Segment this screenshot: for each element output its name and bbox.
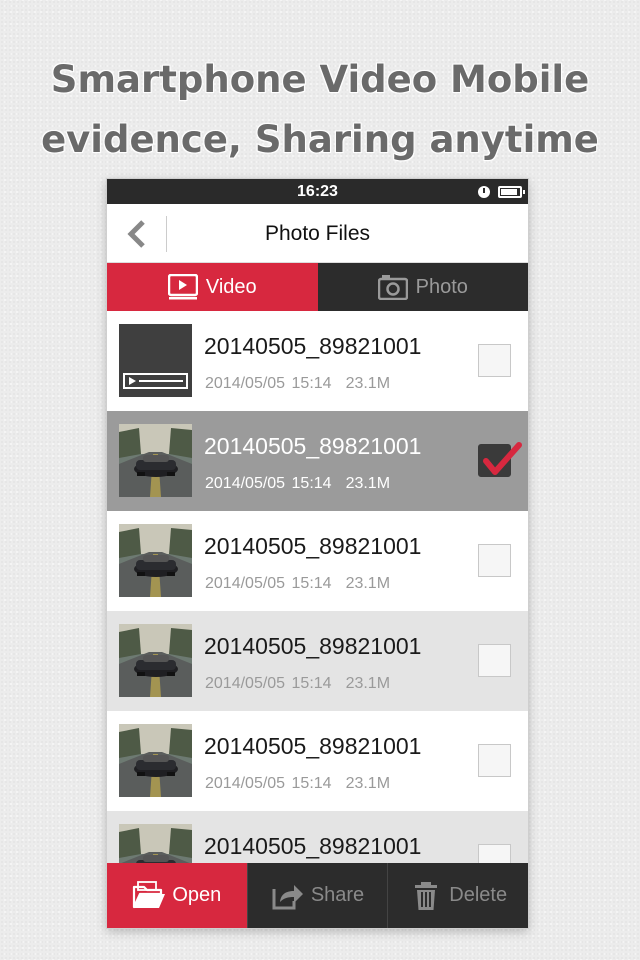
tab-video-label: Video <box>205 275 257 298</box>
status-icons <box>478 179 525 204</box>
file-date: 2014/05/05 15:14 <box>205 575 332 592</box>
promo-line-1: Smartphone Video Mobile <box>50 58 590 101</box>
car-thumbnail <box>119 624 192 697</box>
row-checkbox[interactable] <box>478 844 511 863</box>
promo-headline: Smartphone Video Mobile evidence, Sharin… <box>0 50 640 170</box>
video-icon <box>167 274 198 300</box>
file-name: 20140505_89821001 <box>204 733 422 759</box>
file-meta: 2014/05/05 15:14 23.1M <box>205 575 390 593</box>
status-bar: 16:23 <box>107 179 528 204</box>
file-name: 20140505_89821001 <box>204 333 422 359</box>
file-row[interactable]: 20140505_89821001 2014/05/05 15:14 23.1M <box>107 311 528 411</box>
phone-screen: 16:23 Photo Files Video Photo 20140505_8… <box>107 179 528 928</box>
car-thumbnail <box>119 724 192 797</box>
car-photo-image <box>119 824 192 863</box>
row-checkbox[interactable] <box>478 544 511 577</box>
trash-icon <box>415 881 438 910</box>
tab-photo[interactable]: Photo <box>317 263 528 311</box>
car-photo-image <box>119 624 192 697</box>
row-checkbox-checked[interactable] <box>478 442 522 477</box>
file-row[interactable]: 20140505_89821001 2014/05/05 15:14 23.1M <box>107 511 528 611</box>
folder-open-icon <box>133 880 166 908</box>
share-label: Share <box>310 884 365 906</box>
file-size: 23.1M <box>345 775 391 792</box>
chevron-left-icon <box>127 219 145 248</box>
file-meta: 2014/05/05 15:14 23.1M <box>205 375 390 393</box>
file-meta: 2014/05/05 15:14 23.1M <box>205 675 390 693</box>
file-row[interactable]: 20140505_89821001 <box>107 811 528 863</box>
promo-line-2: evidence, Sharing anytime <box>41 118 599 161</box>
file-name: 20140505_89821001 <box>204 533 422 559</box>
share-icon <box>272 884 303 909</box>
delete-label: Delete <box>449 884 508 906</box>
file-name: 20140505_89821001 <box>204 433 422 459</box>
share-button[interactable]: Share <box>246 863 388 928</box>
file-row[interactable]: 20140505_89821001 2014/05/05 15:14 23.1M <box>107 411 528 511</box>
car-thumbnail <box>119 524 192 597</box>
battery-icon <box>498 185 525 198</box>
file-meta: 2014/05/05 15:14 23.1M <box>205 475 390 493</box>
bottom-toolbar: Open Share Delete <box>107 863 528 928</box>
file-size: 23.1M <box>345 675 391 692</box>
file-name: 20140505_89821001 <box>204 633 422 659</box>
file-name: 20140505_89821001 <box>204 833 422 859</box>
clock-icon <box>478 185 490 198</box>
media-tabs: Video Photo <box>107 263 528 311</box>
car-thumbnail <box>119 824 192 863</box>
page-title: Photo Files <box>264 222 371 245</box>
file-row[interactable]: 20140505_89821001 2014/05/05 15:14 23.1M <box>107 611 528 711</box>
delete-button[interactable]: Delete <box>387 863 528 928</box>
file-meta: 2014/05/05 15:14 23.1M <box>205 775 390 793</box>
tab-video[interactable]: Video <box>107 263 318 311</box>
open-button[interactable]: Open <box>107 863 247 928</box>
row-checkbox[interactable] <box>478 344 511 377</box>
row-checkbox[interactable] <box>478 644 511 677</box>
camera-icon <box>377 275 408 300</box>
back-button[interactable] <box>107 204 167 263</box>
file-date: 2014/05/05 15:14 <box>205 675 332 692</box>
car-photo-image <box>119 724 192 797</box>
car-thumbnail <box>119 424 192 497</box>
file-date: 2014/05/05 15:14 <box>205 475 332 492</box>
car-photo-image <box>119 524 192 597</box>
file-row[interactable]: 20140505_89821001 2014/05/05 15:14 23.1M <box>107 711 528 811</box>
status-time: 16:23 <box>297 183 338 200</box>
nav-bar: Photo Files <box>107 204 528 263</box>
file-date: 2014/05/05 15:14 <box>205 375 332 392</box>
video-placeholder-icon <box>119 324 192 397</box>
video-thumbnail <box>119 324 192 397</box>
file-date: 2014/05/05 15:14 <box>205 775 332 792</box>
file-size: 23.1M <box>345 375 391 392</box>
car-photo-image <box>119 424 192 497</box>
file-size: 23.1M <box>345 475 391 492</box>
checkmark-icon <box>483 442 522 475</box>
row-checkbox[interactable] <box>478 744 511 777</box>
file-list: 20140505_89821001 2014/05/05 15:14 23.1M <box>107 311 528 863</box>
file-size: 23.1M <box>345 575 391 592</box>
tab-photo-label: Photo <box>415 275 468 298</box>
open-label: Open <box>172 884 222 906</box>
